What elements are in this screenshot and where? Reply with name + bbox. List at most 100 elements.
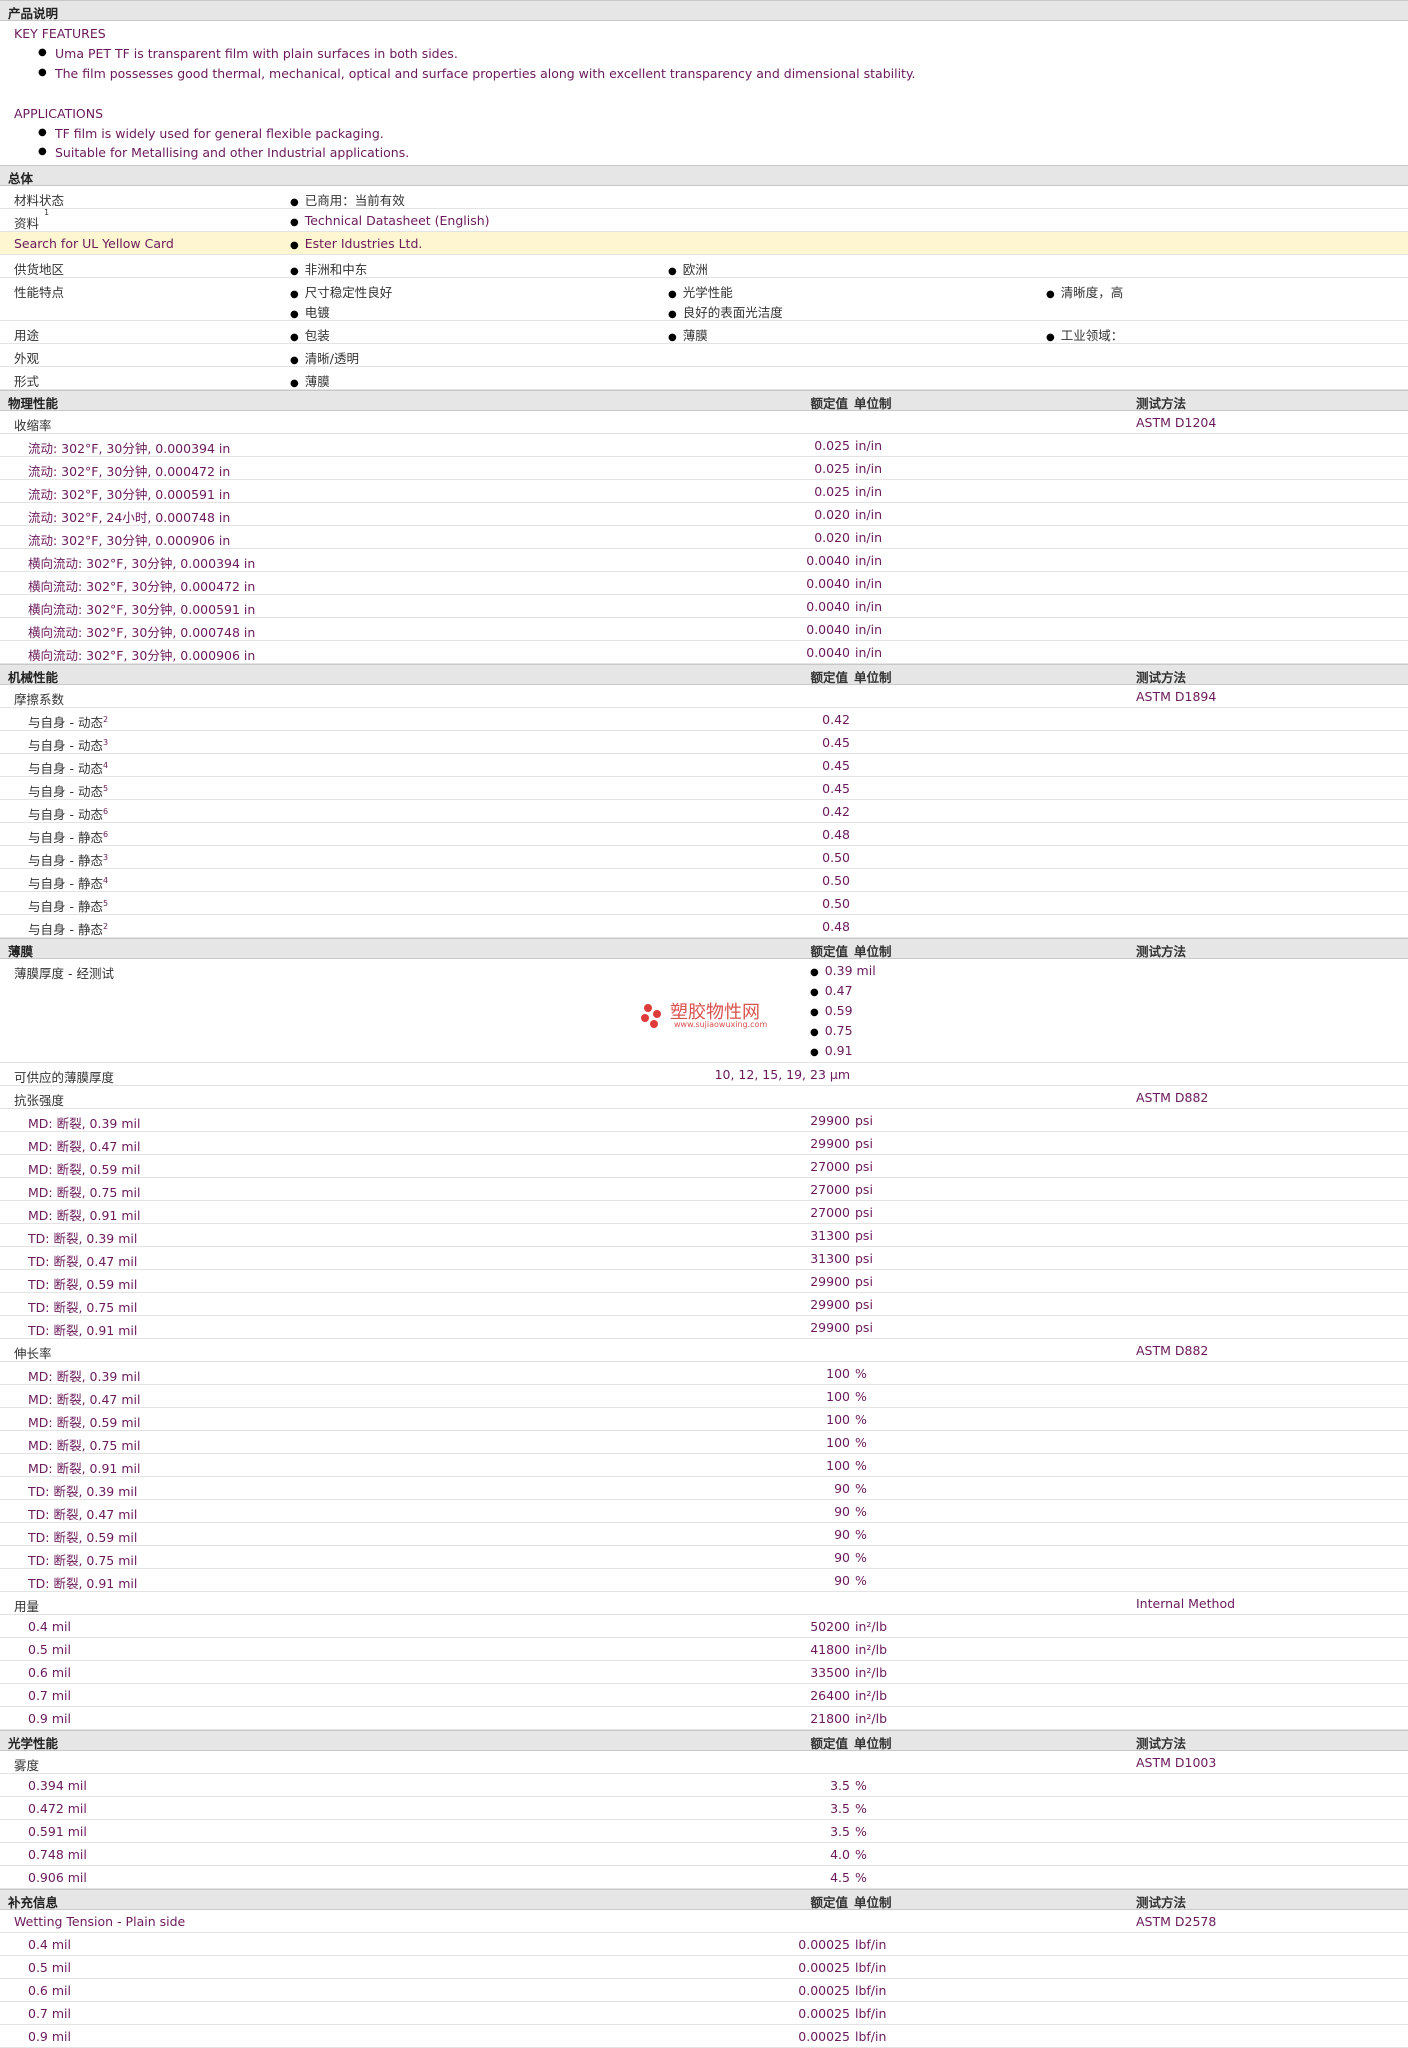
column-method: 测试方法 [1136,1736,1187,1751]
condition-text: MD: 断裂, 0.75 mil [28,1438,141,1453]
row-condition: 0.9 mil [28,1711,71,1726]
row-value: 21800 [810,1711,850,1726]
row-condition: TD: 断裂, 0.75 mil [28,1550,137,1569]
description-block: KEY FEATURES Uma PET TF is transparent f… [0,21,1408,165]
row-unit: lbf/in [855,2006,887,2021]
row-unit: lbf/in [855,1983,887,1998]
row-condition: TD: 断裂, 0.39 mil [28,1228,137,1247]
row-value: 0.0040 [806,622,850,637]
row-value: 90 [834,1504,850,1519]
condition-text: 与自身 - 动态 [28,738,103,753]
group-row: 用量 Internal Method [0,1592,1408,1615]
table-row: 与自身 - 静态4 0.50 [0,869,1408,892]
item-text: 良好的表面光洁度 [682,305,783,320]
group-row: 雾度 ASTM D1003 [0,1751,1408,1774]
row-value: 0.00025 [798,1960,850,1975]
section-header-physical: 物理性能 额定值 单位制 测试方法 [0,390,1408,411]
table-row: 流动: 302°F, 30分钟, 0.000591 in 0.025 in/in [0,480,1408,503]
row-unit: % [855,1847,867,1862]
row-unit: in/in [855,507,883,522]
available-thickness-label: 可供应的薄膜厚度 [14,1070,115,1085]
row-unit: psi [855,1228,873,1243]
item-text[interactable]: Ester Idustries Ltd. [305,236,423,251]
condition-text: 横向流动: 302°F, 30分钟, 0.000748 in [28,625,256,640]
watermark-url: www.sujiaowuxing.com [674,1020,768,1029]
condition-text: TD: 断裂, 0.75 mil [28,1553,138,1568]
row-unit: in/in [855,530,883,545]
row-unit: % [855,1870,867,1885]
table-row: 0.472 mil 3.5% [0,1797,1408,1820]
row-condition: MD: 断裂, 0.75 mil [28,1435,140,1454]
group-label: 伸长率 [14,1346,52,1361]
column-unit: 单位制 [854,1895,892,1910]
table-row: 与自身 - 动态3 0.45 [0,731,1408,754]
general-row: 用途 ● 包装 ● 薄膜 ● 工业领域： [0,321,1408,344]
group-row: 抗张强度 ASTM D882 [0,1086,1408,1109]
item-text: 电镀 [304,305,330,320]
test-method: ASTM D1003 [1136,1755,1217,1770]
row-value: 0.45 [822,758,850,773]
table-row: 0.5 mil 0.00025 lbf/in [0,1956,1408,1979]
table-row: MD: 断裂, 0.91 mil 27000 psi [0,1201,1408,1224]
row-unit: % [855,1824,867,1839]
general-row-label[interactable]: Search for UL Yellow Card [14,236,174,251]
condition-text: 流动: 302°F, 30分钟, 0.000906 in [28,533,231,548]
row-condition: TD: 断裂, 0.59 mil [28,1527,137,1546]
table-row: MD: 断裂, 0.47 mil 29900 psi [0,1132,1408,1155]
item-text: 光学性能 [682,285,733,300]
table-row: MD: 断裂, 0.59 mil 100% [0,1408,1408,1431]
test-method: ASTM D1204 [1136,415,1217,430]
general-row-item: ● 欧洲 [668,259,708,278]
physical-table: 流动: 302°F, 30分钟, 0.000394 in 0.025 in/in 流动… [0,434,1408,664]
row-value: 27000 [810,1159,850,1174]
general-row-item: ● 薄膜 [290,371,330,390]
group-label: Wetting Tension - Plain side [14,1914,186,1929]
row-value: 26400 [810,1688,850,1703]
bullet-icon: ● [668,266,677,277]
supplementary-table: 0.4 mil 0.00025 lbf/in 0.5 mil 0.00025 lbf/in… [0,1933,1408,2048]
condition-text: 与自身 - 静态 [28,876,103,891]
row-condition: 0.5 mil [28,1960,71,1975]
condition-text: 0.9 mil [28,1711,71,1726]
section-header-optical: 光学性能 额定值 单位制 测试方法 [0,1730,1408,1751]
row-condition: 0.4 mil [28,1619,71,1634]
row-condition: MD: 断裂, 0.47 mil [28,1389,140,1408]
row-value: 29900 [810,1320,850,1335]
thickness-values: ● 0.39 mil ● 0.47 ● 0.59 ● 0.75 ● 0.91 [810,963,876,1063]
table-row: 0.6 mil 0.00025 lbf/in [0,1979,1408,2002]
table-row: TD: 断裂, 0.75 mil 90% [0,1546,1408,1569]
table-row: 与自身 - 静态2 0.48 [0,915,1408,938]
row-condition: TD: 断裂, 0.91 mil [28,1320,137,1339]
elongation-table: MD: 断裂, 0.39 mil 100% MD: 断裂, 0.47 mil 100%… [0,1362,1408,1592]
general-row-item[interactable]: ● Technical Datasheet (English) [290,213,490,228]
row-condition: 0.6 mil [28,1665,71,1680]
table-row: 与自身 - 动态6 0.42 [0,800,1408,823]
row-condition: 横向流动: 302°F, 30分钟, 0.000472 in [28,576,255,595]
group-row: 伸长率 ASTM D882 [0,1339,1408,1362]
row-condition: 流动: 302°F, 30分钟, 0.000591 in [28,484,230,503]
condition-text: 与自身 - 动态 [28,784,103,799]
table-row: TD: 断裂, 0.59 mil 29900 psi [0,1270,1408,1293]
row-value: 0.00025 [798,2029,850,2044]
item-text[interactable]: Technical Datasheet (English) [305,213,490,228]
general-row-item[interactable]: ● Ester Idustries Ltd. [290,236,422,251]
column-unit: 单位制 [854,944,892,959]
row-unit: in²/lb [855,1619,888,1634]
general-row-item: ● 工业领域： [1046,325,1123,344]
group-label: 雾度 [14,1758,40,1773]
mechanical-table: 与自身 - 动态2 0.42 与自身 - 动态3 0.45 与自身 - 动态4 0.45 与… [0,708,1408,938]
row-value: 0.42 [822,712,850,727]
row-value: 90 [834,1573,850,1588]
row-value: 0.42 [822,804,850,819]
condition-text: TD: 断裂, 0.59 mil [28,1277,138,1292]
row-condition: 与自身 - 动态2 [28,712,108,731]
row-value: 90 [834,1481,850,1496]
footnote-marker: 3 [102,737,109,747]
table-row: 0.4 mil 50200 in²/lb [0,1615,1408,1638]
row-value: 0.50 [822,896,850,911]
row-condition: MD: 断裂, 0.75 mil [28,1182,140,1201]
row-unit: % [855,1527,867,1542]
thickness-item: ● 0.59 [810,1003,853,1018]
condition-text: 0.5 mil [28,1642,71,1657]
row-condition: 0.5 mil [28,1642,71,1657]
